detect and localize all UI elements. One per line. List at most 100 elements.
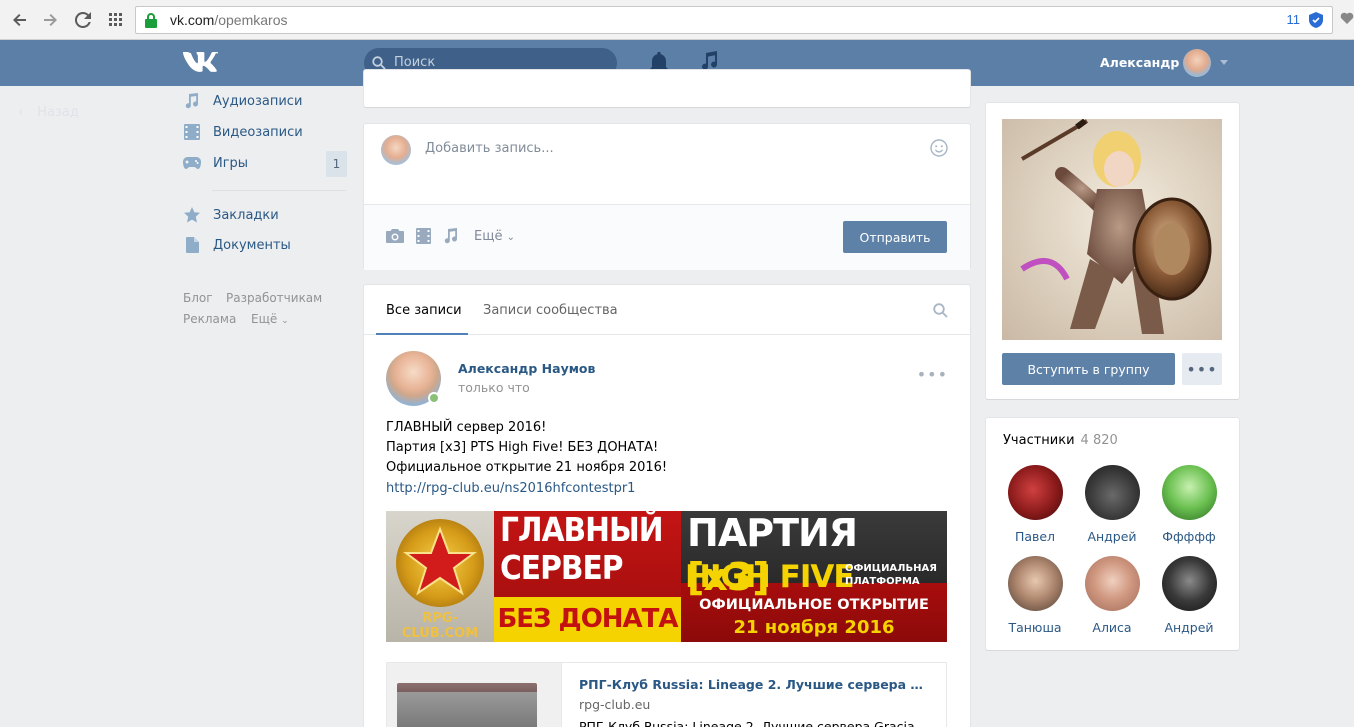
member-item[interactable]: Танюша [997,556,1073,635]
lock-icon [145,13,157,32]
group-card: Вступить в группу ••• [986,103,1239,399]
banner-left: RPG-CLUB.COM [386,511,494,642]
banner-main-text: ГЛАВНЫЙ СЕРВЕР [500,511,678,587]
member-avatar [1007,556,1063,611]
sidebar-item-bookmarks[interactable]: Закладки [183,205,279,225]
more-attachments-button[interactable]: Ещё ⌄ [474,229,515,244]
post-link[interactable]: http://rpg-club.eu/ns2016hfcontestpr1 [386,481,635,496]
banner-right: ПАРТИЯ [x3] HIGH FIVE ОФИЦИАЛЬНАЯ ПЛАТФО… [681,511,947,642]
banner-club-text: RPG-CLUB.COM [401,611,479,641]
search-placeholder: Поиск [394,55,436,70]
gamepad-icon [183,154,201,172]
more-options-icon[interactable]: ••• [1182,353,1222,385]
footer-more-link[interactable]: Ещё ⌄ [251,312,289,326]
member-avatar [1161,556,1217,611]
emoji-icon[interactable] [930,139,948,161]
url-path: /opemkaros [214,12,288,28]
sidebar-item-documents[interactable]: Документы [183,235,291,255]
sidebar-item-label: Аудиозаписи [213,93,303,109]
footer-blog-link[interactable]: Блог [183,291,213,305]
extension-count[interactable]: 11 [1287,12,1301,27]
back-label: Назад [37,105,79,120]
members-card: Участники 4 820 Павел Андрей Ффффф Танюша… [986,418,1239,650]
address-bar[interactable]: vk.com/opemkaros 11 [135,6,1333,34]
document-icon [183,236,201,254]
tab-all-posts[interactable]: Все записи [386,303,462,318]
link-domain: rpg-club.eu [579,697,651,712]
group-cover-image[interactable] [1002,119,1222,340]
sidebar-item-video[interactable]: Видеозаписи [183,122,303,142]
join-group-button[interactable]: Вступить в группу [1002,353,1175,385]
active-tab-indicator [376,333,468,335]
url-domain: vk.com [170,12,215,28]
post-image[interactable]: RPG-CLUB.COM ГЛАВНЫЙ СЕРВЕР БЕЗ ДОНАТА П… [386,511,947,642]
post-text-line: Партия [x3] PTS High Five! БЕЗ ДОНАТА! [386,440,659,455]
user-name[interactable]: Александр [1100,55,1179,70]
more-attachments-label: Ещё [474,229,503,244]
chevron-down-icon: ⌄ [506,232,515,243]
sidebar-item-audio[interactable]: Аудиозаписи [183,91,302,111]
member-avatar [1161,465,1217,520]
member-name: Андрей [1164,620,1214,635]
footer-developers-link[interactable]: Разработчикам [226,291,322,305]
send-button[interactable]: Отправить [843,221,947,253]
member-item[interactable]: Алиса [1074,556,1150,635]
post-text-line: Официальное открытие 21 ноября 2016! [386,460,668,475]
post-author[interactable]: Александр Наумов [458,361,595,376]
footer-more-label: Ещё [251,312,278,326]
post-time[interactable]: только что [458,380,530,395]
apps-grid-icon[interactable] [105,9,127,31]
sidebar-item-games[interactable]: Игры [183,153,248,173]
link-preview-card[interactable]: РПГ-Клуб Russia: Lineage 2. Лучшие серве… [386,662,947,727]
sidebar-item-label: Документы [213,237,291,253]
composer-toolbar: Ещё ⌄ Отправить [364,204,970,270]
music-icon[interactable] [444,228,458,248]
back-arrow-icon[interactable] [9,9,31,31]
vk-logo-icon[interactable] [182,52,219,76]
member-avatar [1007,465,1063,520]
film-icon [183,123,201,141]
shield-icon[interactable] [1309,12,1323,32]
banner-opening: ОФИЦИАЛЬНОЕ ОТКРЫТИЕ [699,597,929,613]
games-count-badge[interactable]: 1 [326,151,347,177]
wall-card: Все записи Записи сообщества Александр Н… [364,285,970,727]
post-text-line: ГЛАВНЫЙ сервер 2016! [386,420,547,435]
online-indicator [428,392,440,404]
add-post-input[interactable]: Добавить запись... [425,141,554,156]
banner-platform: ОФИЦИАЛЬНАЯ ПЛАТФОРМА [845,563,945,588]
clipped-card [364,70,970,107]
camera-icon[interactable] [386,228,404,248]
star-icon [183,206,201,224]
link-description: РПГ-Клуб Russia: Lineage 2. Лучшие серве… [579,719,915,727]
browser-toolbar: vk.com/opemkaros 11 [0,0,1354,40]
footer-ads-link[interactable]: Реклама [183,312,236,326]
avatar[interactable] [381,135,411,165]
member-item[interactable]: Ффффф [1151,465,1227,544]
banner-main-line: СЕРВЕР [500,547,624,587]
banner-no-donate: БЕЗ ДОНАТА [494,597,681,642]
music-icon [183,92,201,110]
reload-icon[interactable] [72,9,94,31]
heart-icon[interactable] [1340,10,1354,30]
members-header[interactable]: Участники 4 820 [1003,433,1118,448]
chevron-down-icon[interactable] [1220,60,1228,65]
film-icon[interactable] [416,228,431,248]
tab-community-posts[interactable]: Записи сообщества [483,303,618,318]
user-avatar[interactable] [1183,49,1211,77]
sidebar-item-label: Игры [213,155,249,171]
back-link[interactable]: ‹ Назад [18,105,79,120]
banner-main-line: ГЛАВНЫЙ [500,511,664,549]
sidebar-divider [212,190,346,191]
wall-tabs: Все записи Записи сообщества [364,285,970,335]
member-name: Ффффф [1162,529,1216,544]
forward-arrow-icon[interactable] [39,9,61,31]
member-item[interactable]: Павел [997,465,1073,544]
more-options-icon[interactable]: ••• [917,365,948,384]
members-count: 4 820 [1080,433,1118,448]
member-item[interactable]: Андрей [1074,465,1150,544]
link-title[interactable]: РПГ-Клуб Russia: Lineage 2. Лучшие серве… [579,677,929,692]
link-thumbnail-image [397,683,537,727]
banner-date: 21 ноября 2016 [733,617,895,638]
member-item[interactable]: Андрей [1151,556,1227,635]
search-icon[interactable] [933,303,948,322]
